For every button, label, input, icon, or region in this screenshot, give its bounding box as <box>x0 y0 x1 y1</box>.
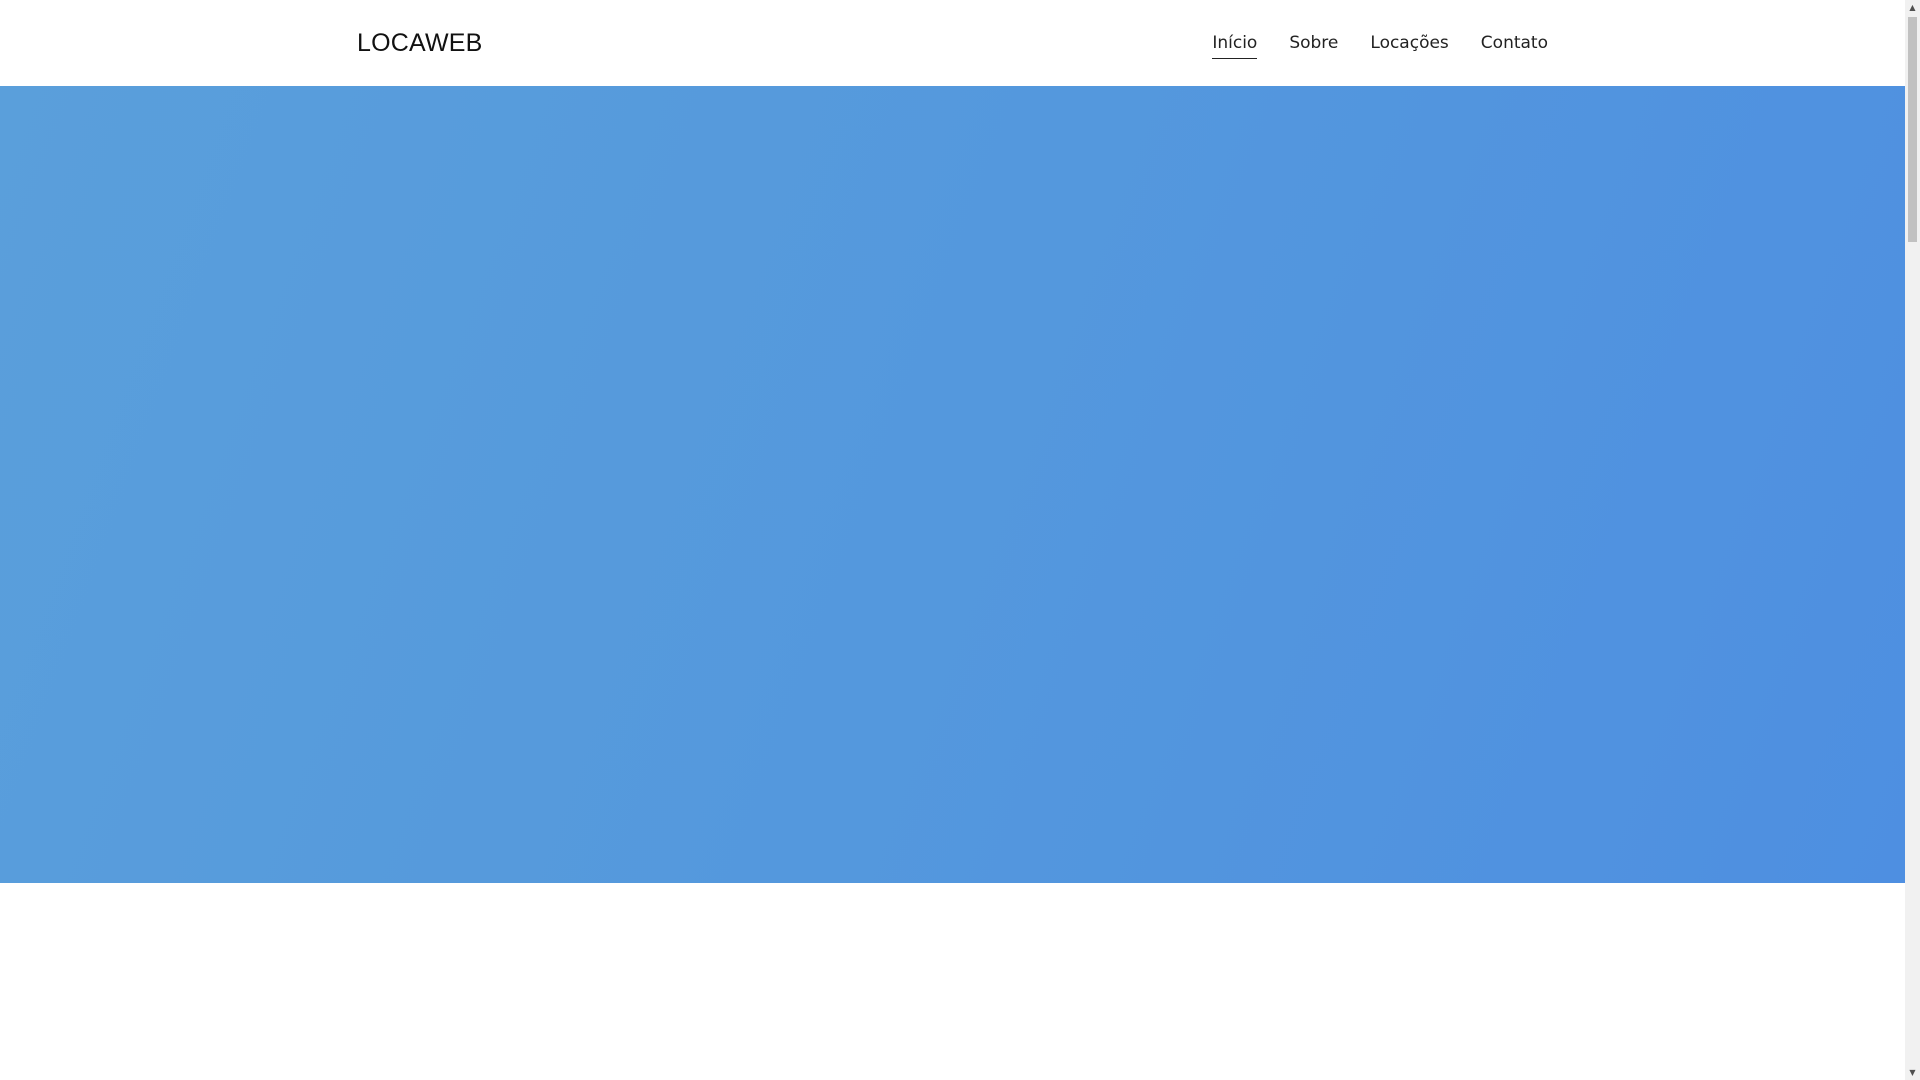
nav-link-contato[interactable]: Contato <box>1481 30 1548 59</box>
nav-link-inicio[interactable]: Início <box>1212 30 1258 59</box>
nav-link-sobre[interactable]: Sobre <box>1289 30 1338 59</box>
page: LOCAWEB Início Sobre Locações Contato <box>0 0 1905 1080</box>
brand-logo[interactable]: LOCAWEB <box>357 27 483 59</box>
vertical-scrollbar[interactable]: ▲ ▼ <box>1905 0 1920 1080</box>
hero-banner <box>0 86 1905 883</box>
scrollbar-thumb[interactable] <box>1908 17 1917 242</box>
navbar: LOCAWEB Início Sobre Locações Contato <box>0 0 1905 86</box>
triangle-up-icon[interactable]: ▲ <box>1905 0 1920 15</box>
nav-link-locacoes[interactable]: Locações <box>1370 30 1448 59</box>
nav-links: Início Sobre Locações Contato <box>1212 30 1548 59</box>
triangle-down-icon[interactable]: ▼ <box>1905 1065 1920 1080</box>
